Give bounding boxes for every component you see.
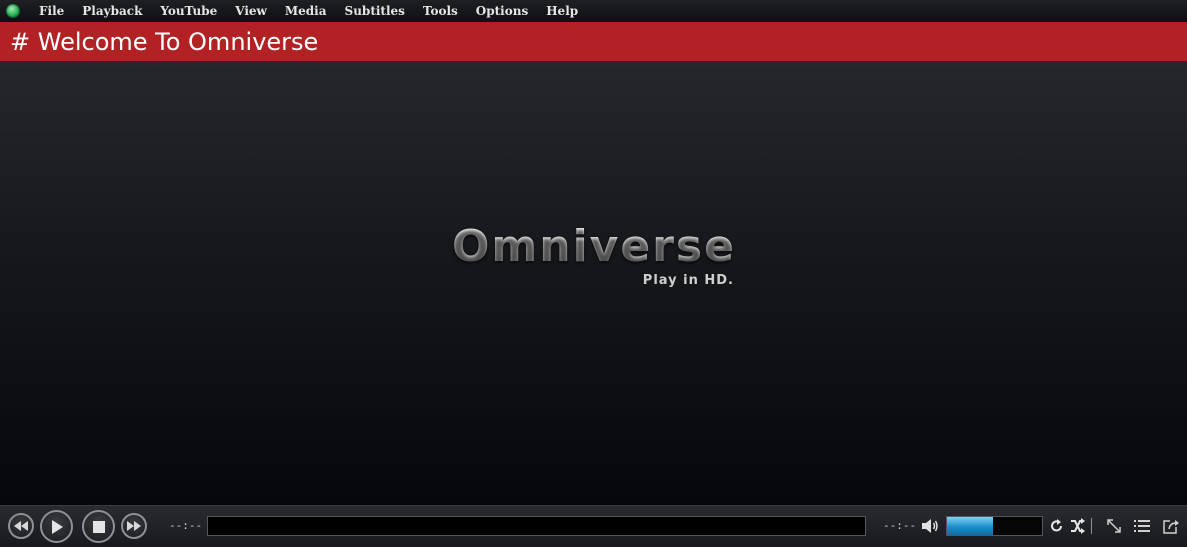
seek-bar[interactable] bbox=[207, 516, 866, 536]
fast-forward-icon bbox=[127, 521, 141, 531]
repeat-icon[interactable] bbox=[1049, 518, 1065, 534]
stop-icon bbox=[92, 520, 105, 533]
fullscreen-icon[interactable] bbox=[1106, 518, 1122, 534]
elapsed-time: --:-- bbox=[169, 519, 203, 532]
menu-youtube[interactable]: YouTube bbox=[151, 0, 226, 22]
menu-options[interactable]: Options bbox=[467, 0, 537, 22]
splash-logo: Omniverse Play in HD. bbox=[452, 221, 742, 301]
controls-separator bbox=[1091, 518, 1092, 534]
volume-slider[interactable] bbox=[946, 516, 1043, 536]
playlist-icon[interactable] bbox=[1134, 518, 1150, 534]
video-display-area[interactable]: Omniverse Play in HD. bbox=[0, 61, 1187, 505]
total-time: --:-- bbox=[883, 519, 917, 532]
play-button[interactable] bbox=[40, 510, 73, 543]
media-player-window: File Playback YouTube View Media Subtitl… bbox=[0, 0, 1187, 547]
menu-bar: File Playback YouTube View Media Subtitl… bbox=[0, 0, 1187, 22]
stop-button[interactable] bbox=[82, 510, 115, 543]
playback-controls: --:-- --:-- bbox=[0, 505, 1187, 547]
popout-icon[interactable] bbox=[1163, 518, 1179, 534]
app-logo-icon[interactable] bbox=[6, 4, 20, 18]
menu-help[interactable]: Help bbox=[537, 0, 587, 22]
volume-icon[interactable] bbox=[921, 518, 939, 534]
menu-view[interactable]: View bbox=[226, 0, 276, 22]
splash-tagline: Play in HD. bbox=[642, 273, 734, 288]
volume-level-fill bbox=[947, 517, 993, 535]
title-banner: # Welcome To Omniverse bbox=[0, 22, 1187, 61]
menu-media[interactable]: Media bbox=[276, 0, 336, 22]
fast-forward-button[interactable] bbox=[121, 513, 147, 539]
menu-subtitles[interactable]: Subtitles bbox=[336, 0, 414, 22]
menu-playback[interactable]: Playback bbox=[73, 0, 151, 22]
play-icon bbox=[51, 519, 63, 534]
rewind-icon bbox=[14, 521, 28, 531]
rewind-button[interactable] bbox=[8, 513, 34, 539]
splash-logo-text: Omniverse bbox=[452, 221, 736, 272]
menu-file[interactable]: File bbox=[30, 0, 73, 22]
menu-tools[interactable]: Tools bbox=[414, 0, 467, 22]
banner-title: # Welcome To Omniverse bbox=[10, 27, 319, 56]
shuffle-icon[interactable] bbox=[1069, 518, 1085, 534]
